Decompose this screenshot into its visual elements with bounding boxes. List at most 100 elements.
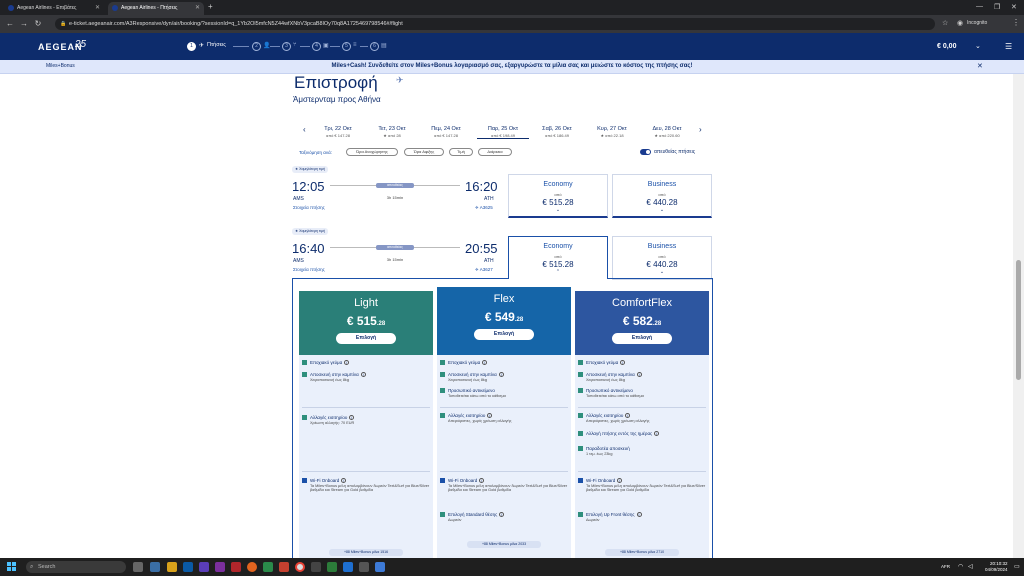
flight-details-link[interactable]: Στοιχεία πτήσης (293, 267, 325, 272)
maximize-icon[interactable]: ❐ (994, 3, 1000, 11)
forward-icon[interactable]: → (18, 17, 30, 30)
date-option[interactable]: Τρι, 22 Οκτ από € 147.28 (312, 126, 364, 138)
info-icon[interactable]: i (654, 431, 660, 437)
word-icon[interactable] (343, 562, 353, 572)
close-tab-icon[interactable]: ✕ (95, 2, 100, 15)
notifications-icon[interactable]: ▭ (1014, 563, 1020, 570)
app-icon[interactable] (375, 562, 385, 572)
economy-fare-option-selected[interactable]: Economy από € 515.28 ⌃ (508, 236, 608, 279)
flight-details-link[interactable]: Στοιχεία πτήσης (293, 205, 325, 210)
info-icon[interactable]: i (487, 413, 493, 419)
teams-icon[interactable] (199, 562, 209, 572)
date-option[interactable]: Σαβ, 26 Οκτ από € 186.49 (531, 126, 583, 138)
reload-icon[interactable]: ↻ (32, 17, 44, 30)
date-option[interactable]: Πεμ, 24 Οκτ από € 147.28 (420, 126, 472, 138)
info-icon[interactable]: i (344, 360, 350, 366)
excel-icon[interactable] (263, 562, 273, 572)
powerpoint-icon[interactable] (279, 562, 289, 572)
info-icon[interactable]: i (499, 512, 505, 518)
browser-menu-icon[interactable]: ⋮ (1012, 18, 1020, 27)
fare-features: Εποχιακό γεύμα i Αποσκευή στην καμπίνα i Χε… (437, 355, 571, 558)
next-dates-icon[interactable]: › (699, 125, 702, 134)
step-2[interactable]: 2 (252, 42, 261, 51)
chevron-down-icon[interactable]: ⌄ (975, 42, 981, 50)
chevron-down-icon: ⌄ (659, 207, 665, 213)
arrival-airport: ATH (484, 258, 494, 264)
date-option[interactable]: Τετ, 23 Οκτ ★ από 28 (366, 126, 418, 138)
prev-dates-icon[interactable]: ‹ (303, 125, 306, 134)
select-flex-button[interactable]: Επιλογή (474, 329, 534, 340)
minimize-icon[interactable]: — (976, 3, 983, 10)
lowest-price-badge: ★ Χαμηλότερη τιμή (292, 166, 329, 173)
taskbar-search[interactable]: ⌕ Search (26, 561, 126, 573)
select-comfortflex-button[interactable]: Επιλογή (612, 333, 672, 344)
star-icon[interactable]: ☆ (942, 19, 948, 27)
volume-icon[interactable]: ◁ (968, 563, 973, 570)
hamburger-menu-icon[interactable]: ☰ (1005, 42, 1012, 51)
sort-departure[interactable]: Ώρα Αναχώρησης (346, 148, 398, 156)
acrobat-icon[interactable] (231, 562, 241, 572)
firefox-icon[interactable] (247, 562, 257, 572)
close-tab-icon[interactable]: ✕ (195, 2, 200, 15)
feature-meal: Εποχιακό γεύμα i (440, 360, 488, 366)
info-icon[interactable]: i (620, 360, 626, 366)
browser-tab-active[interactable]: Aegean Airlines - Πτήσεις ✕ (108, 2, 204, 15)
app-icon[interactable] (311, 562, 321, 572)
select-light-button[interactable]: Επιλογή (336, 333, 396, 344)
fare-card-flex: Flex € 549.28 Επιλογή Εποχιακό γεύμα i Απ… (437, 287, 571, 558)
outlook-icon[interactable] (183, 562, 193, 572)
direct-flight-badge: απευθείας (376, 245, 414, 250)
wifi-icon[interactable]: ◠ (958, 563, 963, 570)
chrome-icon[interactable] (295, 562, 305, 572)
browser-tab[interactable]: Aegean Airlines - Επιβάτες ✕ (4, 2, 104, 15)
direct-flights-toggle[interactable] (640, 149, 651, 155)
info-icon[interactable]: i (625, 413, 631, 419)
flight-number: ✈ A3627 (475, 267, 493, 272)
info-icon[interactable]: i (636, 512, 642, 518)
step-1[interactable]: 1 (187, 42, 196, 51)
step-5[interactable]: 5 (342, 42, 351, 51)
system-clock[interactable]: 20:10:32 04/09/2024 (985, 561, 1008, 573)
new-tab-icon[interactable]: + (208, 2, 213, 11)
date-option-selected[interactable]: Παρ, 25 Οκτ από € 198.49 (477, 126, 529, 139)
date-option[interactable]: Δευ, 28 Οκτ ★ από 220.60 (641, 126, 693, 138)
economy-fare-option[interactable]: Economy από € 515.28 ⌄ (508, 174, 608, 218)
step-3[interactable]: 3 (282, 42, 291, 51)
business-fare-option[interactable]: Business από € 440.28 ⌄ (612, 174, 712, 218)
bag-icon (578, 372, 583, 378)
onenote-icon[interactable] (215, 562, 225, 572)
sort-duration[interactable]: Διάρκεια (478, 148, 512, 156)
sort-price[interactable]: Τιμή (449, 148, 473, 156)
info-icon[interactable]: i (479, 478, 485, 484)
edge-icon[interactable] (150, 562, 160, 572)
business-fare-option[interactable]: Business από € 440.28 ⌄ (612, 236, 712, 280)
task-view-icon[interactable] (133, 562, 143, 572)
info-icon[interactable]: i (482, 360, 488, 366)
arrival-airport: ATH (484, 196, 494, 202)
close-window-icon[interactable]: ✕ (1011, 3, 1017, 11)
windows-start-icon[interactable] (7, 562, 16, 571)
flight-duration: 3h 15min (386, 257, 404, 262)
file-explorer-icon[interactable] (167, 562, 177, 572)
info-icon[interactable]: i (617, 478, 623, 484)
info-icon[interactable]: i (498, 372, 504, 378)
close-icon[interactable]: ✕ (977, 62, 983, 70)
sort-arrival[interactable]: Ώρα Αφιξης (404, 148, 444, 156)
date-option[interactable]: Κυρ, 27 Οκτ ★ από 22.18 (586, 126, 638, 138)
app-icon[interactable] (359, 562, 369, 572)
language-indicator[interactable]: AFR (941, 564, 950, 569)
info-icon[interactable]: i (636, 372, 642, 378)
step-6[interactable]: 6 (370, 42, 379, 51)
info-icon[interactable]: i (360, 372, 366, 378)
info-icon[interactable]: i (341, 478, 347, 484)
back-icon[interactable]: ← (4, 17, 16, 30)
app-icon[interactable] (327, 562, 337, 572)
profile-label[interactable]: Incognito (967, 20, 987, 26)
step-4[interactable]: 4 (312, 42, 321, 51)
feature-cabin-bag: Αποσκευή στην καμπίνα i Χειραποσκευή έως 8… (302, 372, 366, 382)
scrollbar-thumb[interactable] (1016, 260, 1021, 380)
plane-icon: ✈ (396, 75, 404, 85)
total-price[interactable]: € 0,00 (937, 43, 956, 50)
info-icon[interactable]: i (349, 415, 355, 421)
url-field[interactable]: 🔒 e-ticket.aegeanair.com/A3Responsive/dy… (55, 18, 935, 30)
